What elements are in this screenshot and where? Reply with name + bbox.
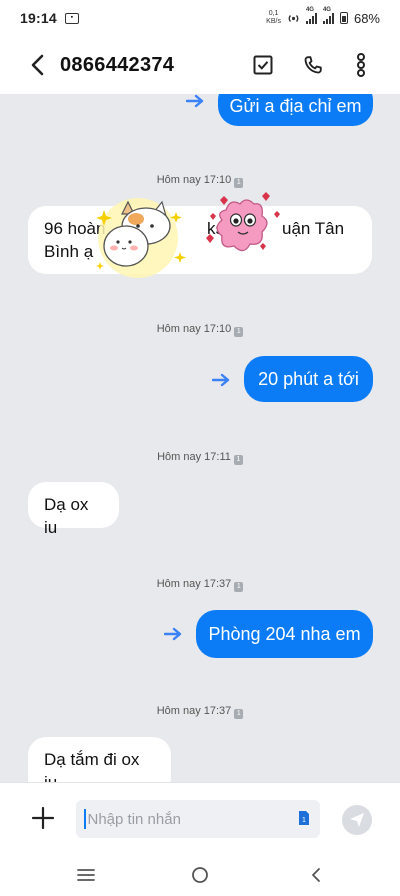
svg-text:1: 1 bbox=[302, 817, 306, 824]
message-text: Dạ ox iu bbox=[44, 495, 89, 537]
incoming-message[interactable]: Dạ ox iu bbox=[28, 482, 119, 537]
battery-percent: 68% bbox=[353, 10, 380, 26]
back-nav-button[interactable] bbox=[304, 864, 328, 886]
network-speed: 0,1 KB/s bbox=[266, 10, 281, 25]
message-composer: 1 bbox=[0, 782, 400, 854]
forward-arrow-icon bbox=[186, 94, 204, 108]
signal-sim2-icon: 4G bbox=[322, 7, 334, 24]
back-button[interactable] bbox=[20, 47, 56, 83]
forward-arrow-icon bbox=[212, 373, 230, 387]
pink-monster-sticker-icon bbox=[206, 192, 280, 252]
phone-icon bbox=[304, 56, 322, 74]
outgoing-message[interactable]: 20 phút a tới bbox=[244, 356, 373, 402]
message-text: Gửi a địa chỉ em bbox=[229, 95, 362, 116]
sim-selector-icon[interactable]: 1 bbox=[298, 810, 310, 826]
forward-arrow-icon bbox=[164, 627, 182, 641]
message-text: Phòng 204 nha em bbox=[208, 623, 361, 644]
message-text: Dạ tắm đi ox iu bbox=[44, 750, 140, 782]
message-input[interactable] bbox=[87, 810, 268, 828]
text-caret bbox=[84, 809, 86, 829]
gallery-notification-icon: ▪ bbox=[64, 12, 79, 24]
send-icon bbox=[350, 813, 364, 827]
conversation-header: 0866442374 bbox=[0, 36, 400, 94]
send-button[interactable] bbox=[342, 805, 372, 835]
message-list[interactable]: Gửi a địa chỉ em Hôm nay 17:10 1 96 hoàn … bbox=[0, 94, 400, 782]
more-vertical-icon bbox=[357, 53, 365, 77]
home-circle-icon bbox=[192, 867, 208, 883]
add-attachment-button[interactable] bbox=[30, 805, 56, 831]
message-timestamp: Hôm nay 17:10 1 bbox=[0, 323, 400, 337]
message-input-container[interactable]: 1 bbox=[76, 800, 320, 838]
incoming-message[interactable]: Dạ tắm đi ox iu bbox=[28, 737, 171, 782]
message-text: 20 phút a tới bbox=[258, 368, 359, 389]
menu-lines-icon bbox=[77, 869, 95, 881]
checkbox-icon bbox=[253, 55, 273, 75]
battery-icon bbox=[339, 12, 348, 24]
recent-apps-button[interactable] bbox=[74, 864, 98, 886]
more-options-button[interactable] bbox=[344, 48, 378, 82]
hotspot-icon bbox=[288, 14, 299, 22]
chevron-left-icon bbox=[312, 868, 320, 882]
system-navigation-bar bbox=[0, 854, 400, 896]
home-button[interactable] bbox=[188, 864, 212, 886]
signal-sim1-icon: 4G bbox=[305, 7, 317, 24]
outgoing-message[interactable]: Gửi a địa chỉ em bbox=[218, 94, 373, 126]
message-timestamp: Hôm nay 17:37 1 bbox=[0, 578, 400, 592]
call-button[interactable] bbox=[296, 48, 330, 82]
status-icons: 0,1 KB/s 4G 4G 68% bbox=[266, 7, 380, 26]
message-timestamp: Hôm nay 17:10 1 bbox=[0, 174, 400, 188]
contact-phone-number: 0866442374 bbox=[60, 53, 175, 76]
status-bar: 19:14 ▪ 0,1 KB/s 4G 4G 68% bbox=[0, 0, 400, 36]
chevron-left-icon bbox=[31, 54, 44, 76]
message-timestamp: Hôm nay 17:37 1 bbox=[0, 705, 400, 719]
outgoing-message[interactable]: Phòng 204 nha em bbox=[196, 610, 373, 658]
select-messages-button[interactable] bbox=[246, 48, 280, 82]
cat-sticker-icon bbox=[96, 198, 186, 278]
message-timestamp: Hôm nay 17:11 1 bbox=[0, 451, 400, 465]
status-time: 19:14 bbox=[20, 10, 57, 26]
